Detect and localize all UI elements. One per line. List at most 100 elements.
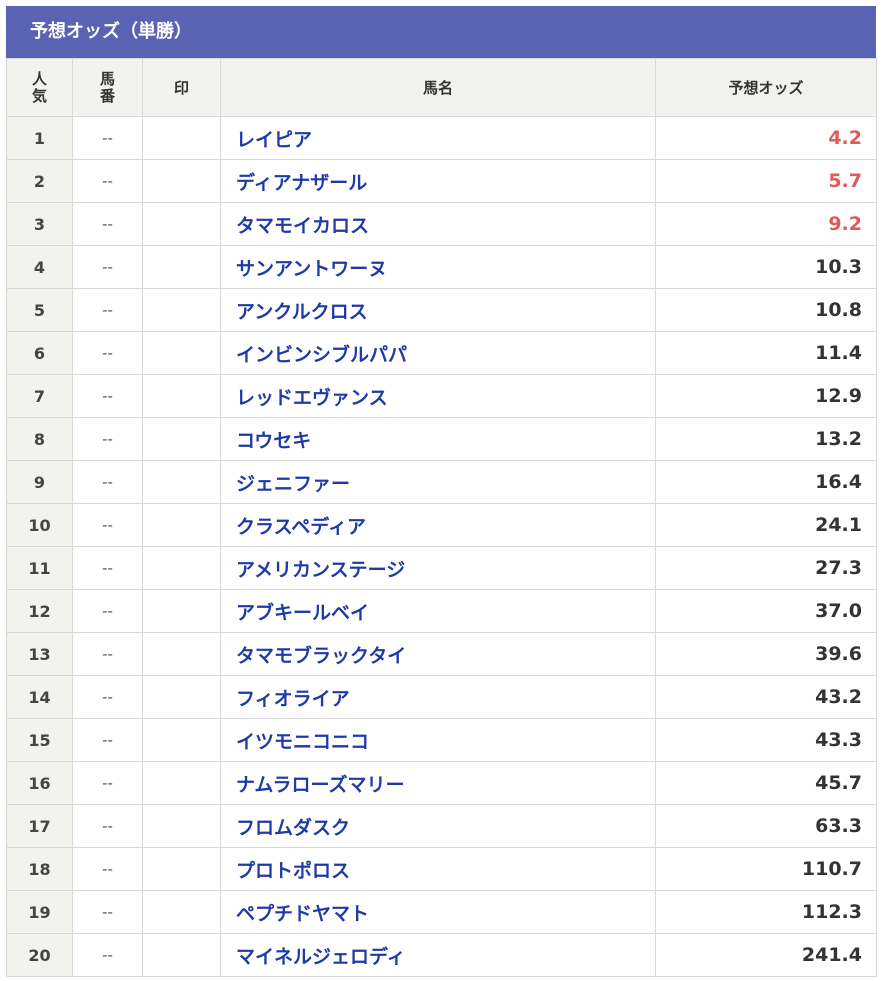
horse-number-cell: --	[72, 675, 143, 719]
popularity-cell: 2	[6, 159, 73, 203]
popularity-cell: 3	[6, 202, 73, 246]
popularity-cell: 16	[6, 761, 73, 805]
header-popularity-line2: 気	[31, 86, 47, 105]
mark-cell[interactable]	[142, 245, 221, 289]
odds-cell: 43.2	[655, 675, 877, 719]
header-popularity: 人 気	[6, 58, 73, 117]
horse-name-link[interactable]: イツモニコニコ	[220, 718, 656, 762]
odds-cell: 5.7	[655, 159, 877, 203]
horse-name-link[interactable]: タマモイカロス	[220, 202, 656, 246]
popularity-cell: 5	[6, 288, 73, 332]
horse-name-link[interactable]: サンアントワーヌ	[220, 245, 656, 289]
horse-name-link[interactable]: ナムラローズマリー	[220, 761, 656, 805]
popularity-cell: 7	[6, 374, 73, 418]
table-row: 4 -- サンアントワーヌ 10.3	[6, 245, 877, 289]
horse-number-cell: --	[72, 460, 143, 504]
header-odds: 予想オッズ	[655, 58, 877, 117]
horse-name-link[interactable]: アンクルクロス	[220, 288, 656, 332]
odds-cell: 39.6	[655, 632, 877, 676]
table-row: 19 -- ペプチドヤマト 112.3	[6, 890, 877, 934]
horse-name-link[interactable]: タマモブラックタイ	[220, 632, 656, 676]
mark-cell[interactable]	[142, 675, 221, 719]
popularity-cell: 4	[6, 245, 73, 289]
header-popularity-line1: 人	[31, 69, 47, 88]
horse-number-cell: --	[72, 933, 143, 977]
horse-number-cell: --	[72, 546, 143, 590]
mark-cell[interactable]	[142, 718, 221, 762]
popularity-cell: 6	[6, 331, 73, 375]
horse-number-cell: --	[72, 245, 143, 289]
mark-cell[interactable]	[142, 460, 221, 504]
odds-cell: 112.3	[655, 890, 877, 934]
mark-cell[interactable]	[142, 890, 221, 934]
horse-name-link[interactable]: プロトポロス	[220, 847, 656, 891]
mark-cell[interactable]	[142, 933, 221, 977]
odds-cell: 110.7	[655, 847, 877, 891]
horse-name-link[interactable]: レイピア	[220, 116, 656, 160]
horse-number-cell: --	[72, 761, 143, 805]
mark-cell[interactable]	[142, 288, 221, 332]
table-row: 14 -- フィオライア 43.2	[6, 675, 877, 719]
odds-cell: 13.2	[655, 417, 877, 461]
horse-name-link[interactable]: ジェニファー	[220, 460, 656, 504]
header-mark: 印	[142, 58, 221, 117]
mark-cell[interactable]	[142, 589, 221, 633]
odds-cell: 12.9	[655, 374, 877, 418]
horse-name-link[interactable]: コウセキ	[220, 417, 656, 461]
mark-cell[interactable]	[142, 159, 221, 203]
table-row: 9 -- ジェニファー 16.4	[6, 460, 877, 504]
table-row: 1 -- レイピア 4.2	[6, 116, 877, 160]
horse-number-cell: --	[72, 374, 143, 418]
odds-panel: 予想オッズ（単勝） 人 気 馬 番 印 馬名 予想オッズ 1 -- レイピア 4…	[6, 6, 877, 977]
table-row: 20 -- マイネルジェロディ 241.4	[6, 933, 877, 977]
horse-name-link[interactable]: フィオライア	[220, 675, 656, 719]
horse-name-link[interactable]: クラスペディア	[220, 503, 656, 547]
horse-number-cell: --	[72, 847, 143, 891]
table-header-row: 人 気 馬 番 印 馬名 予想オッズ	[6, 58, 877, 117]
odds-cell: 10.8	[655, 288, 877, 332]
popularity-cell: 19	[6, 890, 73, 934]
mark-cell[interactable]	[142, 503, 221, 547]
mark-cell[interactable]	[142, 116, 221, 160]
header-horse-number-line1: 馬	[99, 69, 115, 88]
header-horse-name: 馬名	[220, 58, 656, 117]
horse-name-link[interactable]: インビンシブルパパ	[220, 331, 656, 375]
popularity-cell: 10	[6, 503, 73, 547]
horse-number-cell: --	[72, 417, 143, 461]
odds-cell: 45.7	[655, 761, 877, 805]
table-row: 7 -- レッドエヴァンス 12.9	[6, 374, 877, 418]
horse-name-link[interactable]: ディアナザール	[220, 159, 656, 203]
table-row: 16 -- ナムラローズマリー 45.7	[6, 761, 877, 805]
horse-name-link[interactable]: フロムダスク	[220, 804, 656, 848]
table-row: 8 -- コウセキ 13.2	[6, 417, 877, 461]
horse-number-cell: --	[72, 632, 143, 676]
odds-cell: 27.3	[655, 546, 877, 590]
popularity-cell: 18	[6, 847, 73, 891]
odds-cell: 241.4	[655, 933, 877, 977]
popularity-cell: 8	[6, 417, 73, 461]
horse-name-link[interactable]: ペプチドヤマト	[220, 890, 656, 934]
popularity-cell: 17	[6, 804, 73, 848]
horse-name-link[interactable]: マイネルジェロディ	[220, 933, 656, 977]
mark-cell[interactable]	[142, 202, 221, 246]
mark-cell[interactable]	[142, 847, 221, 891]
popularity-cell: 9	[6, 460, 73, 504]
odds-cell: 63.3	[655, 804, 877, 848]
mark-cell[interactable]	[142, 331, 221, 375]
odds-cell: 10.3	[655, 245, 877, 289]
table-row: 3 -- タマモイカロス 9.2	[6, 202, 877, 246]
horse-number-cell: --	[72, 116, 143, 160]
mark-cell[interactable]	[142, 374, 221, 418]
table-row: 2 -- ディアナザール 5.7	[6, 159, 877, 203]
mark-cell[interactable]	[142, 546, 221, 590]
horse-number-cell: --	[72, 202, 143, 246]
odds-cell: 37.0	[655, 589, 877, 633]
horse-name-link[interactable]: レッドエヴァンス	[220, 374, 656, 418]
panel-title: 予想オッズ（単勝）	[6, 6, 876, 58]
mark-cell[interactable]	[142, 632, 221, 676]
horse-name-link[interactable]: アメリカンステージ	[220, 546, 656, 590]
mark-cell[interactable]	[142, 417, 221, 461]
mark-cell[interactable]	[142, 761, 221, 805]
horse-name-link[interactable]: アブキールベイ	[220, 589, 656, 633]
mark-cell[interactable]	[142, 804, 221, 848]
